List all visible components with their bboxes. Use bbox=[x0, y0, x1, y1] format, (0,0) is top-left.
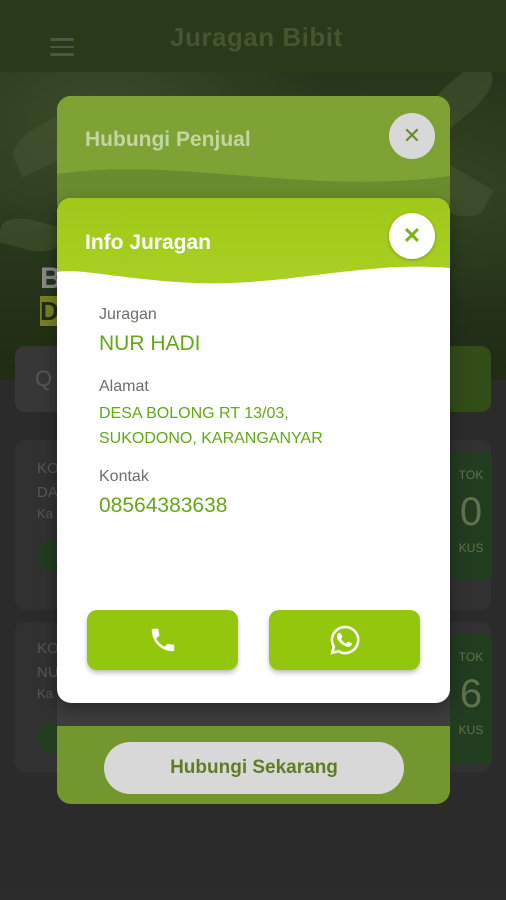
owner-label: Juragan bbox=[99, 306, 157, 323]
owner-name: NUR HADI bbox=[99, 332, 201, 355]
close-icon[interactable]: ✕ bbox=[389, 213, 435, 259]
call-button[interactable] bbox=[87, 610, 238, 670]
contact-label: Kontak bbox=[99, 468, 149, 485]
address-line1: DESA BOLONG RT 13/03, bbox=[99, 405, 289, 422]
whatsapp-button[interactable] bbox=[269, 610, 420, 670]
contact-now-button[interactable]: Hubungi Sekarang bbox=[104, 742, 404, 794]
whatsapp-icon bbox=[329, 625, 359, 655]
contact-number: 08564383638 bbox=[99, 494, 228, 517]
seller-info-dialog: Info Juragan ✕ Juragan NUR HADI Alamat D… bbox=[57, 198, 450, 703]
modal-title: Info Juragan bbox=[85, 231, 212, 254]
address-line2: SUKODONO, KARANGANYAR bbox=[99, 430, 323, 447]
phone-icon bbox=[151, 628, 174, 652]
close-icon[interactable]: ✕ bbox=[389, 113, 435, 159]
dialog-title: Hubungi Penjual bbox=[85, 128, 251, 151]
address-label: Alamat bbox=[99, 378, 149, 395]
